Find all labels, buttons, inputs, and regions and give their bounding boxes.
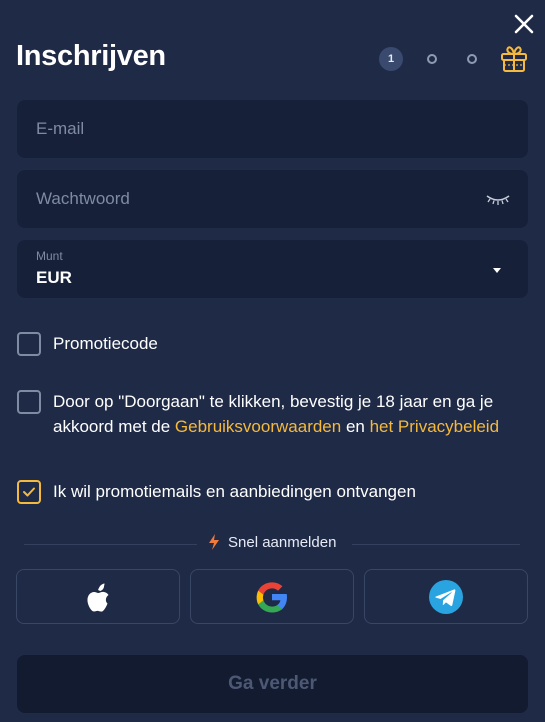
- page-title: Inschrijven: [16, 40, 166, 72]
- apple-signup-button[interactable]: [16, 569, 180, 624]
- promo-code-label: Promotiecode: [53, 334, 158, 353]
- email-field[interactable]: E-mail: [17, 100, 528, 158]
- divider-right: [352, 544, 520, 545]
- currency-label: Munt: [36, 249, 63, 263]
- terms-checkbox[interactable]: [17, 390, 41, 414]
- terms-link[interactable]: Gebruiksvoorwaarden: [175, 417, 341, 436]
- currency-value: EUR: [36, 268, 72, 287]
- promo-emails-label: Ik wil promotiemails en aanbiedingen ont…: [53, 482, 416, 501]
- gift-icon[interactable]: [499, 43, 529, 73]
- divider-left: [24, 544, 197, 545]
- password-placeholder: Wachtwoord: [36, 189, 130, 208]
- checkmark-icon: [23, 487, 35, 497]
- continue-button[interactable]: Ga verder: [17, 655, 528, 713]
- promo-code-checkbox[interactable]: [17, 332, 41, 356]
- lightning-icon: [209, 534, 219, 550]
- apple-icon: [87, 583, 109, 612]
- quick-signup-label: Snel aanmelden: [228, 533, 337, 551]
- close-button[interactable]: [512, 12, 536, 36]
- terms-text-between: en: [341, 417, 370, 436]
- quick-signup-heading: Snel aanmelden: [207, 533, 336, 551]
- close-icon: [514, 14, 534, 34]
- telegram-signup-button[interactable]: [364, 569, 528, 624]
- google-icon: [256, 581, 287, 612]
- password-field[interactable]: Wachtwoord: [17, 170, 528, 228]
- eye-closed-icon[interactable]: [485, 194, 511, 206]
- email-placeholder: E-mail: [36, 119, 85, 138]
- telegram-icon: [429, 579, 463, 614]
- step-3-dot: [467, 54, 477, 64]
- currency-select[interactable]: Munt EUR: [17, 240, 528, 298]
- step-1-active: 1: [379, 47, 403, 71]
- privacy-link[interactable]: het Privacybeleid: [370, 417, 499, 436]
- step-2-dot: [427, 54, 437, 64]
- chevron-down-icon: [493, 268, 501, 273]
- promo-emails-checkbox[interactable]: [17, 480, 41, 504]
- terms-text: Door op "Doorgaan" te klikken, bevestig …: [53, 389, 533, 439]
- google-signup-button[interactable]: [190, 569, 354, 624]
